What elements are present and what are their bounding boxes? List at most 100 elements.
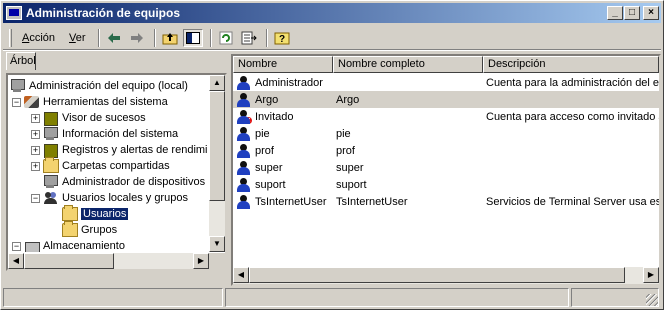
maximize-button[interactable]: □	[624, 6, 640, 20]
collapse-icon[interactable]: −	[12, 97, 21, 107]
tree-item-device-manager[interactable]: Administrador de dispositivos	[43, 174, 205, 190]
table-row[interactable]: pie pie	[233, 125, 659, 142]
cell-full-name: suport	[336, 178, 367, 191]
column-header-description[interactable]: Descripción	[483, 56, 659, 73]
cell-name: Administrador	[233, 75, 333, 90]
user-icon	[236, 194, 252, 209]
tree-item-event-viewer[interactable]: + Visor de sucesos	[31, 110, 146, 126]
expand-icon[interactable]: +	[31, 113, 40, 123]
computer-icon	[10, 79, 26, 93]
user-name: TsInternetUser	[255, 195, 327, 208]
table-row[interactable]: x Invitado Cuenta para acceso como invitad…	[233, 108, 659, 125]
list-horizontal-scrollbar[interactable]: ◀ ▶	[233, 267, 659, 284]
device-manager-icon	[43, 175, 59, 189]
tree-item-label: Información del sistema	[62, 128, 179, 140]
status-panel-right	[571, 288, 659, 307]
user-icon	[236, 75, 252, 90]
table-row[interactable]: super super	[233, 159, 659, 176]
cell-description: Cuenta para la administración del ec	[486, 76, 659, 89]
scroll-up-icon[interactable]: ▲	[209, 75, 225, 91]
title-bar[interactable]: Administración de equipos _ □ ×	[3, 3, 661, 23]
system-info-icon	[43, 127, 59, 141]
cell-name: TsInternetUser	[233, 194, 333, 209]
export-list-icon[interactable]	[239, 29, 259, 47]
menu-accion[interactable]: Acción	[16, 30, 61, 46]
cell-full-name: prof	[336, 144, 355, 157]
user-name: Invitado	[255, 110, 294, 123]
tab-arbol[interactable]: Árbol	[6, 52, 36, 70]
table-row[interactable]: Argo Argo	[233, 91, 659, 108]
scroll-thumb[interactable]	[24, 253, 114, 269]
minimize-button[interactable]: _	[607, 6, 623, 20]
toolbar-separator	[265, 28, 268, 47]
scroll-right-icon[interactable]: ▶	[193, 253, 209, 269]
tree-item-label: Almacenamiento	[43, 240, 125, 252]
tree-item-computer-management[interactable]: Administración del equipo (local)	[10, 78, 188, 94]
expand-icon[interactable]: +	[31, 145, 40, 155]
collapse-icon[interactable]: −	[31, 193, 40, 203]
tree-item-performance-logs[interactable]: + Registros y alertas de rendimi	[31, 142, 208, 158]
scroll-right-icon[interactable]: ▶	[643, 267, 659, 283]
tree-item-label: Visor de sucesos	[62, 112, 146, 124]
cell-full-name: pie	[336, 127, 351, 140]
user-icon	[236, 177, 252, 192]
expand-icon[interactable]: +	[31, 161, 40, 171]
help-icon[interactable]: ?	[272, 29, 292, 47]
cell-full-name: super	[336, 161, 364, 174]
toolbar: Acción Ver ?	[3, 26, 661, 49]
user-icon	[236, 143, 252, 158]
scroll-left-icon[interactable]: ◀	[8, 253, 24, 269]
tree-item-label: Registros y alertas de rendimi	[62, 144, 208, 156]
user-icon	[236, 160, 252, 175]
up-folder-icon[interactable]	[160, 29, 180, 47]
back-arrow-icon[interactable]	[104, 29, 124, 47]
tree-item-label: Carpetas compartidas	[62, 160, 170, 172]
table-row[interactable]: suport suport	[233, 176, 659, 193]
toolbar-separator	[209, 28, 212, 47]
scroll-corner	[209, 253, 225, 269]
table-row[interactable]: Administrador Cuenta para la administraci…	[233, 74, 659, 91]
user-name: suport	[255, 178, 286, 191]
toolbar-separator	[153, 28, 156, 47]
column-header-name[interactable]: Nombre	[233, 56, 333, 73]
scroll-thumb[interactable]	[249, 267, 625, 283]
table-row[interactable]: TsInternetUser TsInternetUser Servicios de…	[233, 193, 659, 210]
table-row[interactable]: prof prof	[233, 142, 659, 159]
users-groups-icon	[43, 191, 59, 205]
menu-ver[interactable]: Ver	[63, 30, 92, 46]
tree-horizontal-scrollbar[interactable]: ◀ ▶	[8, 253, 209, 269]
collapse-icon[interactable]: −	[12, 241, 21, 251]
tree-item-users[interactable]: Usuarios	[62, 205, 129, 222]
cell-name: pie	[233, 126, 333, 141]
tree-item-system-info[interactable]: + Información del sistema	[31, 126, 178, 142]
column-header-full-name[interactable]: Nombre completo	[333, 56, 483, 73]
tree-item-storage[interactable]: − Almacenamiento	[12, 238, 125, 252]
tree-pane: Administración del equipo (local) − Herr…	[6, 73, 227, 271]
tree-item-local-users-groups[interactable]: − Usuarios locales y grupos	[31, 190, 188, 206]
toolbar-separator	[97, 28, 100, 47]
tree-item-system-tools[interactable]: − Herramientas del sistema	[12, 94, 168, 110]
cell-name: super	[233, 160, 333, 175]
toolbar-grip[interactable]	[9, 28, 12, 47]
refresh-icon[interactable]	[216, 29, 236, 47]
cell-name: x Invitado	[233, 109, 333, 124]
close-button[interactable]: ×	[643, 6, 659, 20]
scroll-thumb[interactable]	[209, 91, 225, 201]
user-name: prof	[255, 144, 274, 157]
tree-item-groups[interactable]: Grupos	[62, 221, 117, 238]
scroll-left-icon[interactable]: ◀	[233, 267, 249, 283]
tree-vertical-scrollbar[interactable]: ▲ ▼	[209, 75, 225, 252]
scroll-down-icon[interactable]: ▼	[209, 236, 225, 252]
cell-description: Cuenta para acceso como invitado a	[486, 110, 659, 123]
disabled-badge-icon: x	[245, 116, 252, 124]
cell-name: Argo	[233, 92, 333, 107]
status-bar	[3, 288, 661, 308]
status-panel-left	[3, 288, 223, 307]
forward-arrow-icon[interactable]	[127, 29, 147, 47]
resize-grip-icon[interactable]	[646, 294, 658, 306]
show-tree-icon[interactable]	[182, 28, 203, 47]
list-pane: Nombre Nombre completo Descripción Admin…	[231, 54, 661, 286]
tree-item-shared-folders[interactable]: + Carpetas compartidas	[31, 157, 170, 174]
cell-name: prof	[233, 143, 333, 158]
expand-icon[interactable]: +	[31, 129, 40, 139]
